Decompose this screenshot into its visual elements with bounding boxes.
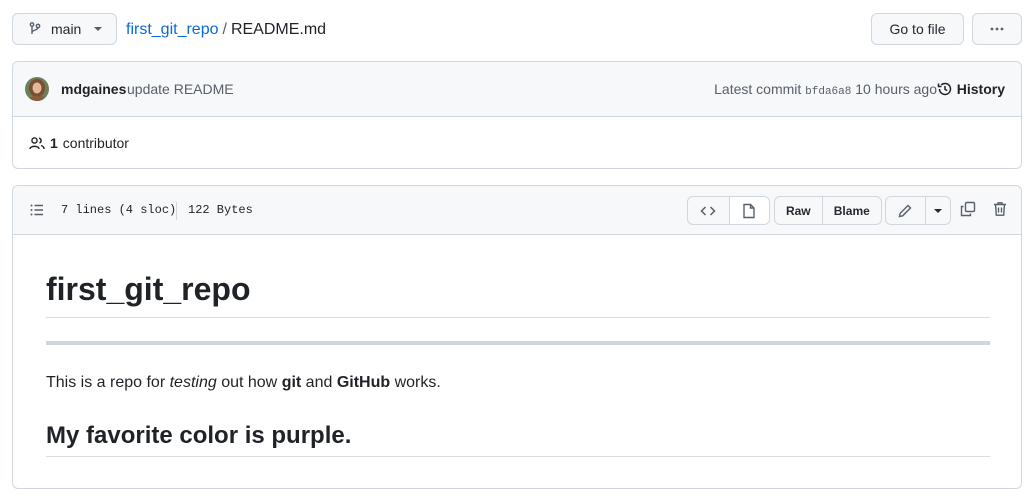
latest-commit-info: Latest commit bfda6a8 10 hours ago	[714, 81, 937, 98]
readme-subheading: My favorite color is purple.	[46, 420, 990, 457]
contributor-label: contributor	[62, 135, 129, 151]
commit-sha[interactable]: bfda6a8	[805, 86, 851, 98]
readme-paragraph: This is a repo for testing out how git a…	[46, 373, 441, 393]
view-toggle-group	[687, 196, 770, 225]
breadcrumb: first_git_repo / README.md	[126, 20, 326, 40]
blame-button[interactable]: Blame	[821, 197, 881, 224]
preview-view-button[interactable]	[728, 197, 769, 224]
trash-icon[interactable]	[992, 201, 1008, 217]
history-label: History	[956, 81, 1005, 97]
file-size: 122 Bytes	[188, 203, 253, 217]
people-icon	[29, 135, 45, 151]
triangle-down-icon	[93, 26, 103, 32]
history-link[interactable]: History	[937, 81, 1005, 97]
emphasis-testing: testing	[169, 374, 217, 391]
contributor-count: 1	[50, 135, 58, 151]
avatar[interactable]	[25, 77, 49, 101]
code-icon	[700, 203, 716, 219]
branch-selector-button[interactable]: main	[12, 13, 117, 45]
edit-button[interactable]	[886, 197, 925, 224]
paragraph-mid2: and	[301, 374, 337, 391]
latest-commit-row: mdgaines update README Latest commit bfd…	[13, 62, 1021, 117]
code-view-button[interactable]	[688, 197, 729, 224]
history-icon	[937, 81, 953, 97]
branch-name: main	[51, 21, 82, 37]
horizontal-rule	[46, 341, 990, 345]
commit-author[interactable]: mdgaines	[61, 81, 126, 97]
more-options-button[interactable]	[972, 13, 1022, 45]
strong-github: GitHub	[336, 374, 391, 391]
readme-title: first_git_repo	[46, 269, 990, 318]
file-line-count: 7 lines (4 sloc)	[61, 203, 177, 217]
strong-git: git	[281, 374, 302, 391]
copy-icon[interactable]	[960, 201, 976, 217]
edit-dropdown-button[interactable]	[924, 197, 950, 224]
list-unordered-icon[interactable]	[29, 202, 45, 218]
latest-commit-label: Latest commit	[714, 81, 802, 97]
triangle-down-icon	[933, 208, 943, 214]
commit-time: 10 hours ago	[855, 81, 937, 97]
contributors-row[interactable]: 1 contributor	[29, 135, 129, 151]
git-branch-icon	[27, 21, 43, 37]
raw-blame-group: Raw Blame	[774, 196, 882, 225]
raw-button[interactable]: Raw	[775, 197, 822, 224]
file-box: 7 lines (4 sloc) 122 Bytes Raw Blame fir…	[12, 185, 1022, 489]
breadcrumb-file: README.md	[230, 21, 327, 38]
paragraph-suffix: works.	[390, 374, 441, 391]
commit-message[interactable]: update README	[127, 81, 234, 97]
pencil-icon	[897, 203, 913, 219]
file-header: 7 lines (4 sloc) 122 Bytes Raw Blame	[13, 186, 1021, 235]
commit-box: mdgaines update README Latest commit bfd…	[12, 61, 1022, 169]
edit-group	[885, 196, 951, 225]
paragraph-prefix: This is a repo for	[46, 374, 170, 391]
repo-link[interactable]: first_git_repo	[126, 21, 219, 38]
paragraph-mid1: out how	[216, 374, 282, 391]
file-icon	[741, 203, 757, 219]
go-to-file-button[interactable]: Go to file	[871, 13, 964, 45]
breadcrumb-separator: /	[222, 21, 227, 38]
kebab-horizontal-icon	[989, 21, 1005, 37]
file-info-divider	[176, 202, 177, 220]
